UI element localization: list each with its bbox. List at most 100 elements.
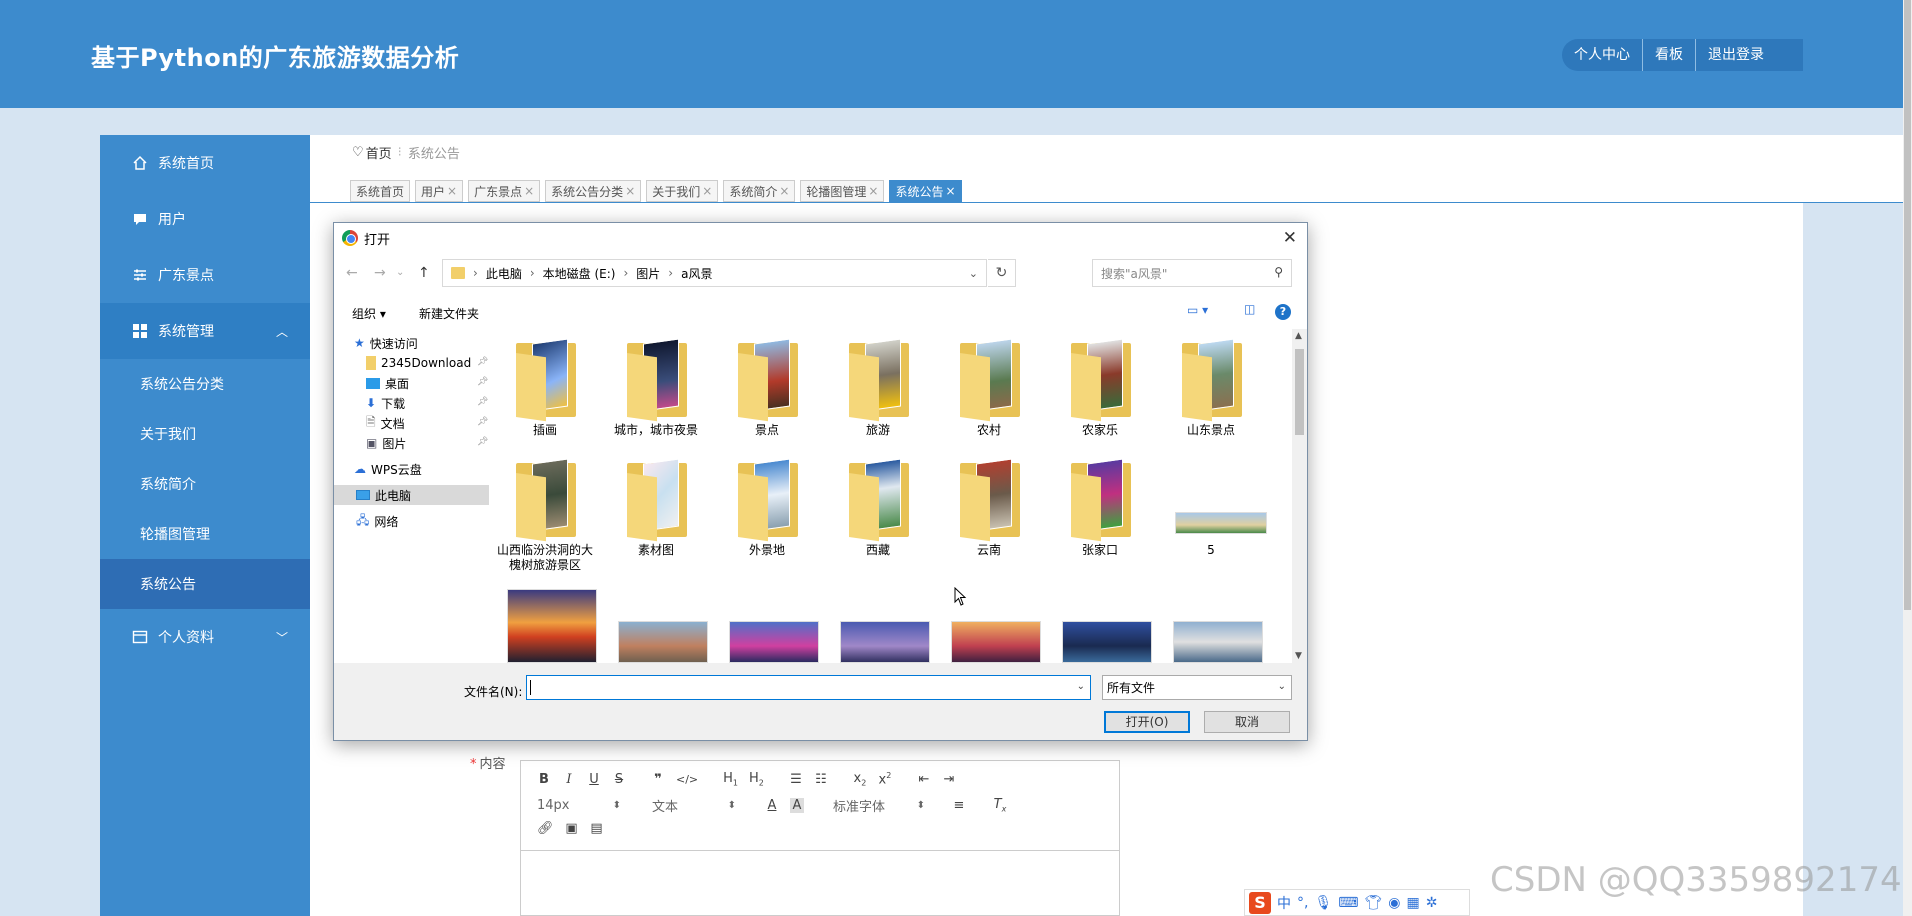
tab-about-us[interactable]: 关于我们 × [646,180,719,202]
folder-item[interactable]: 城市，城市夜景 [606,338,706,438]
image-thumbnail[interactable] [729,621,819,663]
image-thumbnail[interactable] [951,621,1041,663]
sidebar-item-system-management[interactable]: 系统管理 ︿ [100,303,310,359]
chevron-down-icon[interactable]: ⌄ [969,267,978,280]
sidebar-subitem-carousel[interactable]: 轮播图管理 [100,509,310,559]
cancel-button[interactable]: 取消 [1204,711,1290,733]
ordered-list-icon[interactable]: ☰ [789,772,803,787]
nav-item-desktop[interactable]: 桌面 [366,373,409,393]
folder-item[interactable]: 西藏 [828,458,928,558]
image-thumbnail[interactable] [507,589,597,663]
scrollbar-thumb[interactable] [1904,0,1911,610]
close-icon[interactable]: × [946,184,956,198]
tab-notice[interactable]: 系统公告 × [889,180,962,202]
image-thumbnail[interactable] [618,621,708,663]
sidebar-subitem-notice-category[interactable]: 系统公告分类 [100,359,310,409]
forward-arrow-icon[interactable]: → [374,265,386,281]
video-icon[interactable]: ▤ [590,821,604,836]
help-icon[interactable]: ? [1275,304,1291,320]
strikethrough-icon[interactable]: S [612,772,626,787]
nav-quick-access[interactable]: ★ 快速访问 [354,333,418,353]
folder-item[interactable]: 插画 [497,338,595,438]
game-icon[interactable]: ◉ [1388,895,1400,911]
heading2-icon[interactable]: H2 [749,771,764,788]
close-icon[interactable]: × [625,184,635,198]
tab-notice-category[interactable]: 系统公告分类 × [545,180,642,202]
scroll-down-icon[interactable]: ▼ [1295,651,1302,661]
nav-item-pictures[interactable]: ▣ 图片 [366,433,406,453]
font-color-icon[interactable]: A [765,798,779,813]
background-color-icon[interactable]: A [790,798,804,813]
folder-item[interactable]: 农村 [939,338,1039,438]
open-button[interactable]: 打开(O) [1104,711,1190,733]
folder-item[interactable]: 云南 [939,458,1039,558]
folder-item[interactable]: 景点 [717,338,817,438]
apps-icon[interactable]: ▦ [1406,895,1419,911]
microphone-icon[interactable]: 🎙︎ [1314,895,1332,911]
page-scrollbar[interactable] [1903,0,1912,916]
sidebar-item-users[interactable]: 用户 [100,191,310,247]
logout-link[interactable]: 退出登录 [1696,39,1776,71]
font-size-select[interactable]: 14px ⬍ [537,798,621,813]
punctuation-icon[interactable]: °, [1297,895,1308,911]
image-file-item[interactable]: 5 [1161,459,1267,558]
close-icon[interactable]: × [447,184,457,198]
sogou-logo-icon[interactable]: S [1249,891,1271,914]
close-icon[interactable]: × [702,184,712,198]
underline-icon[interactable]: U [587,772,601,787]
refresh-icon[interactable]: ↻ [988,259,1016,287]
image-icon[interactable]: ▣ [565,821,579,836]
scroll-up-icon[interactable]: ▲ [1295,331,1302,341]
breadcrumb-home[interactable]: 首页 [366,143,392,162]
recent-dropdown-icon[interactable]: ⌄ [396,267,404,278]
folder-item[interactable]: 素材图 [606,458,706,558]
sidebar-subitem-system-intro[interactable]: 系统简介 [100,459,310,509]
nav-this-pc[interactable]: 此电脑 [334,485,489,505]
image-thumbnail[interactable] [840,621,930,663]
chevron-down-icon[interactable]: ⌄ [1077,681,1085,692]
folder-item[interactable]: 张家口 [1050,458,1150,558]
back-arrow-icon[interactable]: ← [346,265,358,281]
folder-item[interactable]: 旅游 [828,338,928,438]
organize-menu[interactable]: 组织 ▾ [352,305,386,322]
ime-language[interactable]: 中 [1277,893,1291,913]
close-icon[interactable]: × [868,184,878,198]
search-input[interactable]: 搜索"a风景" ⚲ [1092,259,1292,287]
tab-scenic-spots[interactable]: 广东景点 × [468,180,541,202]
folder-item[interactable]: 山东景点 [1161,338,1261,438]
font-family-select[interactable]: 标准字体 ⬍ [833,796,925,815]
close-icon[interactable]: × [524,184,534,198]
sidebar-item-scenic-spots[interactable]: 广东景点 [100,247,310,303]
sidebar-subitem-about-us[interactable]: 关于我们 [100,409,310,459]
keyboard-icon[interactable]: ⌨ [1338,895,1358,911]
indent-icon[interactable]: ⇥ [942,772,956,787]
sidebar-item-profile[interactable]: 个人资料 ﹀ [100,609,310,665]
close-icon[interactable]: × [779,184,789,198]
image-thumbnail[interactable] [1173,621,1263,663]
tab-system-home[interactable]: 系统首页 [350,180,411,202]
dashboard-link[interactable]: 看板 [1643,39,1696,71]
code-block-icon[interactable]: </> [676,773,698,786]
close-icon[interactable]: ✕ [1283,228,1297,248]
blockquote-icon[interactable]: ❞ [651,772,665,787]
tab-system-intro[interactable]: 系统简介 × [723,180,796,202]
folder-item[interactable]: 外景地 [717,458,817,558]
align-icon[interactable]: ≡ [952,798,966,813]
path-segment[interactable]: 图片 [636,265,660,282]
path-segment[interactable]: a风景 [681,265,712,282]
tab-carousel[interactable]: 轮播图管理 × [800,180,885,202]
block-type-select[interactable]: 文本 ⬍ [652,796,736,815]
address-bar[interactable]: › 此电脑 › 本地磁盘 (E:) › 图片 › a风景 ⌄ [442,259,987,287]
clear-format-icon[interactable]: Tx [993,797,1007,814]
settings-icon[interactable]: ✲ [1426,895,1438,911]
new-folder-button[interactable]: 新建文件夹 [419,305,479,322]
personal-center-link[interactable]: 个人中心 [1562,39,1643,71]
superscript-icon[interactable]: x2 [878,771,892,787]
image-thumbnail[interactable] [1062,621,1152,663]
folder-item[interactable]: 农家乐 [1050,338,1150,438]
heading1-icon[interactable]: H1 [723,771,738,788]
italic-icon[interactable]: I [562,772,576,787]
filetype-select[interactable]: 所有文件 ⌄ [1102,675,1292,700]
sidebar-subitem-notice[interactable]: 系统公告 [100,559,310,609]
up-arrow-icon[interactable]: ↑ [418,265,430,281]
